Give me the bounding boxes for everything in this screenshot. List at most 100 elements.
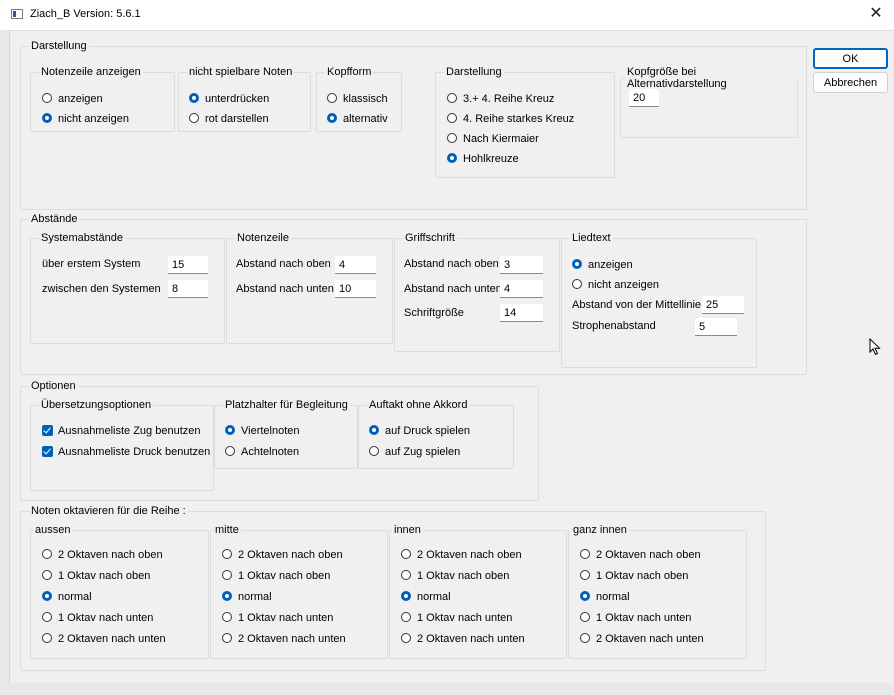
radio-oktavieren-option[interactable]: normal bbox=[42, 590, 92, 604]
input-strophenabstand[interactable] bbox=[695, 318, 737, 336]
input-griffschrift-oben[interactable] bbox=[500, 256, 543, 274]
radio-button-icon bbox=[222, 633, 232, 643]
radio-button-selected-icon bbox=[189, 93, 199, 103]
close-icon[interactable]: ✕ bbox=[866, 4, 886, 24]
radio-auf-druck-spielen[interactable]: auf Druck spielen bbox=[369, 424, 470, 438]
input-zwischen-systemen[interactable] bbox=[168, 280, 208, 298]
radio-oktavieren-option[interactable]: 1 Oktav nach oben bbox=[401, 569, 509, 583]
input-notenzeile-oben[interactable] bbox=[335, 256, 376, 274]
radio-button-icon bbox=[42, 570, 52, 580]
radio-liedtext-anzeigen[interactable]: anzeigen bbox=[572, 258, 633, 272]
radio-notenzeile-anzeigen[interactable]: anzeigen bbox=[42, 92, 103, 106]
checkbox-ausnahmeliste-druck[interactable]: Ausnahmeliste Druck benutzen bbox=[42, 445, 210, 459]
checkbox-ausnahmeliste-zug[interactable]: Ausnahmeliste Zug benutzen bbox=[42, 424, 200, 438]
radio-notenzeile-nicht-anzeigen[interactable]: nicht anzeigen bbox=[42, 112, 129, 126]
radio-label: 2 Oktaven nach oben bbox=[238, 549, 343, 561]
radio-hohlkreuze[interactable]: Hohlkreuze bbox=[447, 152, 519, 166]
radio-button-icon bbox=[225, 446, 235, 456]
radio-oktavieren-option[interactable]: 1 Oktav nach oben bbox=[580, 569, 688, 583]
radio-oktavieren-option[interactable]: 1 Oktav nach unten bbox=[42, 611, 153, 625]
radio-label: 1 Oktav nach unten bbox=[238, 612, 334, 624]
radio-rot-darstellen[interactable]: rot darstellen bbox=[189, 112, 269, 126]
radio-klassisch[interactable]: klassisch bbox=[327, 92, 388, 106]
radio-button-icon bbox=[42, 633, 52, 643]
ok-button[interactable]: OK bbox=[813, 48, 888, 69]
checkbox-label: Ausnahmeliste Zug benutzen bbox=[58, 425, 201, 437]
radio-oktavieren-option[interactable]: normal bbox=[580, 590, 630, 604]
radio-viertelnoten[interactable]: Viertelnoten bbox=[225, 424, 300, 438]
radio-oktavieren-option[interactable]: 1 Oktav nach oben bbox=[222, 569, 330, 583]
radio-button-icon bbox=[189, 113, 199, 123]
radio-label: 1 Oktav nach oben bbox=[596, 570, 689, 582]
input-ueber-erstem-system[interactable] bbox=[168, 256, 208, 274]
group-platzhalter-legend: Platzhalter für Begleitung bbox=[225, 399, 348, 411]
radio-button-icon bbox=[401, 612, 411, 622]
group-oktavieren-reihe-legend: mitte bbox=[215, 524, 239, 536]
radio-oktavieren-option[interactable]: normal bbox=[401, 590, 451, 604]
radio-oktavieren-option[interactable]: 2 Oktaven nach oben bbox=[580, 548, 701, 562]
input-griffschrift-unten[interactable] bbox=[500, 280, 543, 298]
radio-nach-kiermaier[interactable]: Nach Kiermaier bbox=[447, 132, 539, 146]
label-griffschrift-oben: Abstand nach oben bbox=[404, 258, 499, 270]
radio-starkes-kreuz[interactable]: 4. Reihe starkes Kreuz bbox=[447, 112, 574, 126]
radio-unterdruecken[interactable]: unterdrücken bbox=[189, 92, 269, 106]
radio-label: 1 Oktav nach oben bbox=[417, 570, 510, 582]
label-schriftgroesse: Schriftgröße bbox=[404, 307, 464, 319]
radio-label: nicht anzeigen bbox=[588, 279, 659, 291]
radio-label: unterdrücken bbox=[205, 93, 270, 105]
kopfgroesse-input[interactable] bbox=[629, 89, 659, 107]
radio-reihe-kreuz[interactable]: 3.+ 4. Reihe Kreuz bbox=[447, 92, 554, 106]
radio-oktavieren-option[interactable]: 2 Oktaven nach unten bbox=[42, 632, 166, 646]
radio-label: anzeigen bbox=[588, 259, 633, 271]
radio-oktavieren-option[interactable]: 1 Oktav nach unten bbox=[580, 611, 691, 625]
radio-button-icon bbox=[401, 570, 411, 580]
radio-oktavieren-option[interactable]: 1 Oktav nach unten bbox=[401, 611, 512, 625]
radio-button-selected-icon bbox=[572, 259, 582, 269]
radio-label: 1 Oktav nach oben bbox=[58, 570, 151, 582]
radio-button-icon bbox=[447, 113, 457, 123]
label-mittellinie: Abstand von der Mittellinie bbox=[572, 299, 702, 311]
radio-label: 2 Oktaven nach oben bbox=[417, 549, 522, 561]
group-auftakt-legend: Auftakt ohne Akkord bbox=[369, 399, 468, 411]
radio-alternativ[interactable]: alternativ bbox=[327, 112, 388, 126]
radio-button-icon bbox=[222, 549, 232, 559]
radio-button-selected-icon bbox=[580, 591, 590, 601]
radio-button-selected-icon bbox=[369, 425, 379, 435]
radio-button-selected-icon bbox=[401, 591, 411, 601]
label-notenzeile-unten: Abstand nach unten bbox=[236, 283, 334, 295]
radio-label: 2 Oktaven nach unten bbox=[238, 633, 346, 645]
radio-oktavieren-option[interactable]: 2 Oktaven nach oben bbox=[401, 548, 522, 562]
input-notenzeile-unten[interactable] bbox=[335, 280, 376, 298]
radio-button-icon bbox=[369, 446, 379, 456]
radio-button-icon bbox=[222, 570, 232, 580]
input-mittellinie[interactable] bbox=[702, 296, 744, 314]
title-bar: Ziach_B Version: 5.6.1 ✕ bbox=[0, 0, 894, 31]
radio-oktavieren-option[interactable]: 1 Oktav nach unten bbox=[222, 611, 333, 625]
group-liedtext-legend: Liedtext bbox=[572, 232, 611, 244]
label-ueber-erstem-system: über erstem System bbox=[42, 258, 141, 270]
radio-button-icon bbox=[401, 549, 411, 559]
cancel-button[interactable]: Abbrechen bbox=[813, 72, 888, 93]
radio-button-selected-icon bbox=[447, 153, 457, 163]
radio-oktavieren-option[interactable]: 1 Oktav nach oben bbox=[42, 569, 150, 583]
radio-label: 2 Oktaven nach oben bbox=[596, 549, 701, 561]
group-abstaende-legend: Abstände bbox=[31, 213, 78, 225]
radio-button-icon bbox=[401, 633, 411, 643]
radio-oktavieren-option[interactable]: normal bbox=[222, 590, 272, 604]
checkbox-checked-icon bbox=[42, 446, 53, 457]
window-title: Ziach_B Version: 5.6.1 bbox=[30, 8, 141, 20]
radio-button-selected-icon bbox=[327, 113, 337, 123]
radio-oktavieren-option[interactable]: 2 Oktaven nach oben bbox=[42, 548, 163, 562]
radio-button-icon bbox=[447, 133, 457, 143]
group-oktavieren-reihe-legend: aussen bbox=[35, 524, 71, 536]
radio-auf-zug-spielen[interactable]: auf Zug spielen bbox=[369, 445, 460, 459]
radio-oktavieren-option[interactable]: 2 Oktaven nach unten bbox=[401, 632, 525, 646]
radio-achtelnoten[interactable]: Achtelnoten bbox=[225, 445, 299, 459]
radio-liedtext-nicht-anzeigen[interactable]: nicht anzeigen bbox=[572, 278, 659, 292]
radio-oktavieren-option[interactable]: 2 Oktaven nach oben bbox=[222, 548, 343, 562]
radio-oktavieren-option[interactable]: 2 Oktaven nach unten bbox=[222, 632, 346, 646]
input-schriftgroesse[interactable] bbox=[500, 304, 543, 322]
group-darstellung-typ-legend: Darstellung bbox=[446, 66, 502, 78]
radio-oktavieren-option[interactable]: 2 Oktaven nach unten bbox=[580, 632, 704, 646]
radio-button-selected-icon bbox=[42, 113, 52, 123]
